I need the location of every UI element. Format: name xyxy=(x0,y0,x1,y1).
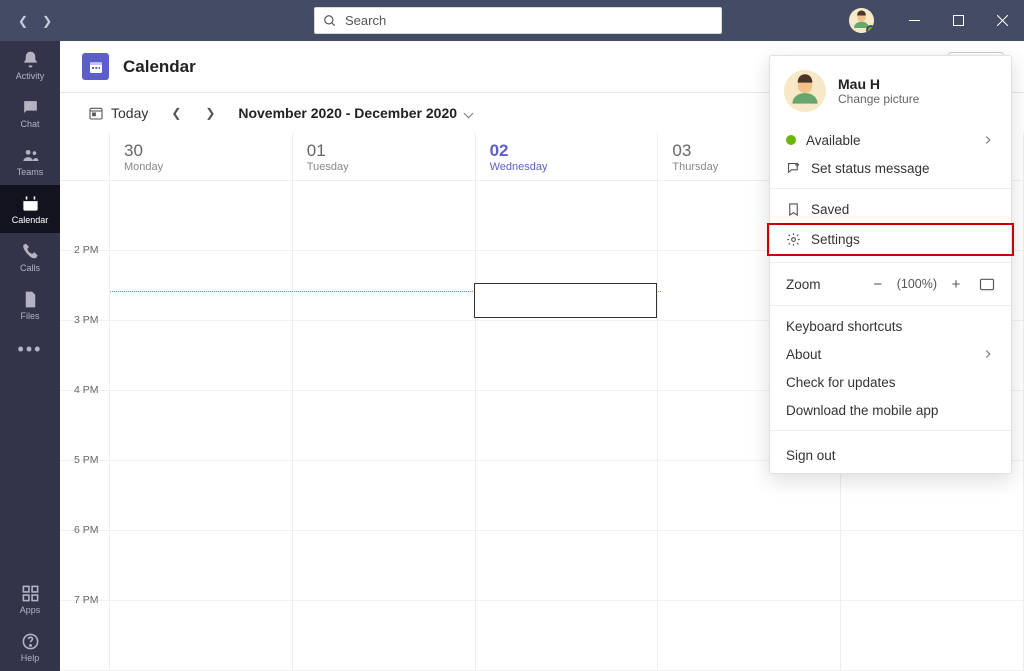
day-column[interactable]: 30Monday xyxy=(110,133,293,671)
nav-calls[interactable]: Calls xyxy=(0,233,60,281)
zoom-out-button[interactable]: − xyxy=(867,273,889,295)
hour-label: 2 PM xyxy=(60,244,109,256)
chevron-down-icon xyxy=(464,108,474,118)
chevron-right-icon xyxy=(981,133,995,147)
phone-icon xyxy=(21,242,40,261)
calendar-icon xyxy=(21,194,40,213)
sign-out-label: Sign out xyxy=(786,448,836,463)
prev-period-button[interactable]: ❮ xyxy=(164,101,188,125)
minimize-button[interactable] xyxy=(892,0,936,41)
profile-menu: Mau H Change picture Available Set statu… xyxy=(769,55,1012,474)
bell-icon xyxy=(21,50,40,69)
day-column[interactable]: 02Wednesday xyxy=(476,133,659,671)
hour-label: 6 PM xyxy=(60,524,109,536)
zoom-label: Zoom xyxy=(786,277,821,292)
about-label: About xyxy=(786,347,821,362)
about-row[interactable]: About xyxy=(770,340,1011,368)
day-number: 01 xyxy=(307,141,465,161)
set-status-row[interactable]: Set status message xyxy=(770,154,1011,182)
sign-out-row[interactable]: Sign out xyxy=(770,437,1011,473)
nav-label: Help xyxy=(21,653,40,663)
hour-label: 7 PM xyxy=(60,594,109,606)
today-label: Today xyxy=(111,105,148,121)
check-updates-row[interactable]: Check for updates xyxy=(770,368,1011,396)
status-label: Available xyxy=(806,133,861,148)
history-nav: ❮ ❯ xyxy=(18,14,52,28)
set-status-label: Set status message xyxy=(811,161,930,176)
nav-teams[interactable]: Teams xyxy=(0,137,60,185)
status-available-icon xyxy=(786,135,796,145)
next-period-button[interactable]: ❯ xyxy=(198,101,222,125)
selected-time-slot[interactable] xyxy=(474,283,657,318)
day-name: Wednesday xyxy=(490,161,648,173)
profile-menu-avatar[interactable] xyxy=(784,70,826,112)
hour-label: 3 PM xyxy=(60,314,109,326)
files-icon xyxy=(21,290,40,309)
profile-avatar[interactable] xyxy=(849,8,874,33)
day-number: 02 xyxy=(490,141,648,161)
saved-row[interactable]: Saved xyxy=(770,195,1011,223)
left-nav: Activity Chat Teams Calendar Calls Files… xyxy=(0,41,60,671)
titlebar: ❮ ❯ Search xyxy=(0,0,1024,41)
presence-indicator xyxy=(866,25,874,33)
page-title: Calendar xyxy=(123,57,196,77)
search-placeholder: Search xyxy=(345,13,386,28)
zoom-row: Zoom − (100%) + xyxy=(770,269,1011,299)
calendar-app-icon xyxy=(82,53,109,80)
nav-label: Files xyxy=(20,311,39,321)
search-icon xyxy=(323,14,337,28)
close-button[interactable] xyxy=(980,0,1024,41)
zoom-in-button[interactable]: + xyxy=(945,273,967,295)
nav-more[interactable]: ••• xyxy=(18,329,43,370)
day-column[interactable]: 01Tuesday xyxy=(293,133,476,671)
chat-icon xyxy=(21,98,40,117)
hour-label: 5 PM xyxy=(60,454,109,466)
nav-chat[interactable]: Chat xyxy=(0,89,60,137)
back-button[interactable]: ❮ xyxy=(18,14,28,28)
gear-icon xyxy=(786,232,801,247)
nav-label: Calls xyxy=(20,263,40,273)
change-picture-link[interactable]: Change picture xyxy=(838,92,919,106)
edit-status-icon xyxy=(786,161,801,176)
nav-files[interactable]: Files xyxy=(0,281,60,329)
date-range-picker[interactable]: November 2020 - December 2020 xyxy=(238,105,472,121)
nav-help[interactable]: Help xyxy=(0,623,60,671)
fullscreen-icon[interactable] xyxy=(979,278,995,291)
today-button[interactable]: Today xyxy=(82,101,154,125)
nav-label: Teams xyxy=(17,167,44,177)
search-input[interactable]: Search xyxy=(314,7,722,34)
profile-name: Mau H xyxy=(838,76,919,92)
saved-label: Saved xyxy=(811,202,849,217)
nav-calendar[interactable]: Calendar xyxy=(0,185,60,233)
forward-button[interactable]: ❯ xyxy=(42,14,52,28)
settings-row[interactable]: Settings xyxy=(770,223,1011,256)
time-gutter: 2 PM 3 PM 4 PM 5 PM 6 PM 7 PM xyxy=(60,133,110,671)
check-updates-label: Check for updates xyxy=(786,375,896,390)
download-app-row[interactable]: Download the mobile app xyxy=(770,396,1011,424)
nav-apps[interactable]: Apps xyxy=(0,575,60,623)
nav-activity[interactable]: Activity xyxy=(0,41,60,89)
day-name: Monday xyxy=(124,161,282,173)
maximize-button[interactable] xyxy=(936,0,980,41)
nav-label: Apps xyxy=(20,605,41,615)
chevron-right-icon xyxy=(981,347,995,361)
nav-label: Calendar xyxy=(12,215,49,225)
nav-label: Activity xyxy=(16,71,45,81)
zoom-value: (100%) xyxy=(897,277,937,291)
bookmark-icon xyxy=(786,202,801,217)
help-icon xyxy=(21,632,40,651)
calendar-today-icon xyxy=(88,105,104,121)
apps-icon xyxy=(21,584,40,603)
day-number: 30 xyxy=(124,141,282,161)
download-app-label: Download the mobile app xyxy=(786,403,938,418)
nav-label: Chat xyxy=(20,119,39,129)
date-range-label: November 2020 - December 2020 xyxy=(238,105,457,121)
day-name: Tuesday xyxy=(307,161,465,173)
hour-label: 4 PM xyxy=(60,384,109,396)
status-row[interactable]: Available xyxy=(770,126,1011,154)
shortcuts-label: Keyboard shortcuts xyxy=(786,319,902,334)
settings-label: Settings xyxy=(811,232,860,247)
teams-icon xyxy=(21,146,40,165)
keyboard-shortcuts-row[interactable]: Keyboard shortcuts xyxy=(770,312,1011,340)
